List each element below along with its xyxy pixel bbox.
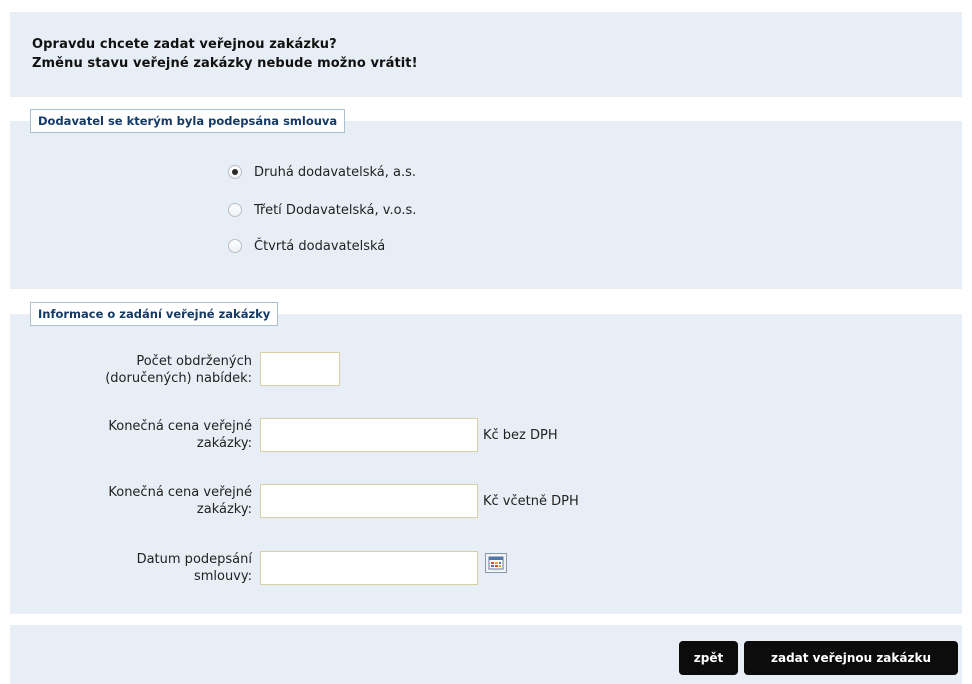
supplier-section [10,121,962,289]
submit-award-button[interactable]: zadat veřejnou zakázku [744,641,958,675]
price-incl-vat-label-line1: Konečná cena veřejné [108,485,252,500]
supplier-option-label: Třetí Dodavatelská, v.o.s. [254,202,417,218]
supplier-option-2[interactable]: Třetí Dodavatelská, v.o.s. [228,200,416,220]
back-button[interactable]: zpět [679,641,738,675]
price-incl-vat-label: Konečná cena veřejné zakázky: [32,484,252,518]
signing-date-label: Datum podepsání smlouvy: [32,551,252,585]
offers-count-label-line2: (doručených) nabídek: [105,371,252,386]
price-excl-vat-label-line2: zakázky: [196,436,252,451]
price-incl-vat-input[interactable] [260,484,478,518]
supplier-option-label: Čtvrtá dodavatelská [254,238,386,254]
warning-irreversible: Změnu stavu veřejné zakázky nebude možno… [32,56,418,71]
offers-count-label-line1: Počet obdržených [136,354,252,369]
radio-button[interactable] [228,203,242,217]
award-info-section-legend: Informace o zadání veřejné zakázky [30,302,279,326]
warning-panel: Opravdu chcete zadat veřejnou zakázku? Z… [10,12,962,97]
supplier-option-3[interactable]: Čtvrtá dodavatelská [228,236,385,256]
price-incl-vat-label-line2: zakázky: [196,502,252,517]
signing-date-input[interactable] [260,551,478,585]
price-excl-vat-label-line1: Konečná cena veřejné [108,419,252,434]
radio-button[interactable] [228,239,242,253]
warning-question: Opravdu chcete zadat veřejnou zakázku? [32,37,337,52]
offers-count-input[interactable] [260,352,340,386]
supplier-option-label: Druhá dodavatelská, a.s. [254,164,417,180]
signing-date-label-line1: Datum podepsání [136,552,252,567]
radio-button-checked[interactable] [228,165,242,179]
supplier-section-legend: Dodavatel se kterým byla podepsána smlou… [30,109,346,133]
signing-date-label-line2: smlouvy: [193,569,252,584]
price-excl-vat-label: Konečná cena veřejné zakázky: [32,418,252,452]
supplier-option-1[interactable]: Druhá dodavatelská, a.s. [228,162,416,182]
price-incl-vat-unit: Kč včetně DPH [483,494,579,509]
price-excl-vat-unit: Kč bez DPH [483,428,558,443]
offers-count-label: Počet obdržených (doručených) nabídek: [32,353,252,387]
calendar-icon-graphic [488,556,504,570]
calendar-icon[interactable] [485,553,507,573]
price-excl-vat-input[interactable] [260,418,478,452]
